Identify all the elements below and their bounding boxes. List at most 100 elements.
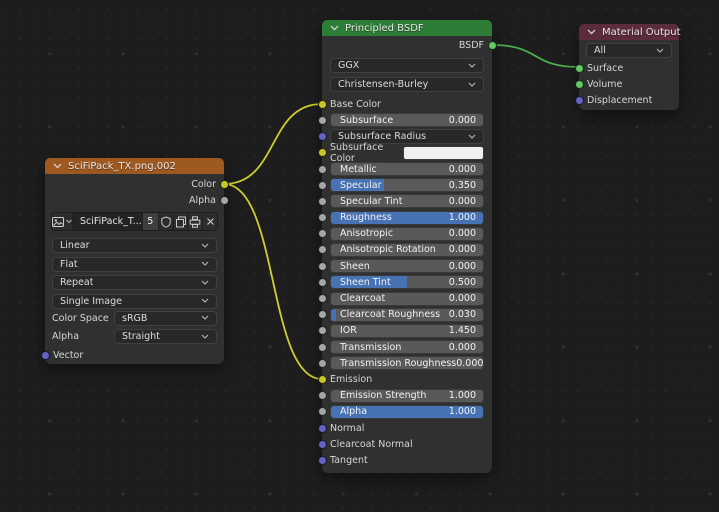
node-principled-bsdf[interactable]: Principled BSDF BSDF GGX Christensen-Burl…: [322, 20, 492, 473]
node-socket[interactable]: [318, 310, 327, 319]
node-socket[interactable]: [318, 165, 327, 174]
node-socket[interactable]: [318, 440, 327, 449]
slider-label: Roughness: [340, 212, 392, 223]
node-socket[interactable]: [488, 41, 497, 50]
prop-dropdown-0[interactable]: sRGB: [114, 311, 217, 326]
node-socket[interactable]: [318, 262, 327, 271]
node-socket[interactable]: [318, 424, 327, 433]
input-row-tangent: Tangent: [322, 452, 492, 468]
node-socket[interactable]: [318, 278, 327, 287]
image-icon: [52, 216, 64, 228]
dropdown-value: Repeat: [60, 277, 93, 288]
slider-sheen-tint[interactable]: Sheen Tint0.500: [330, 275, 484, 289]
slider-transmission[interactable]: Transmission0.000: [330, 340, 484, 354]
node-socket[interactable]: [318, 148, 327, 157]
prop-dropdown-1[interactable]: Straight: [114, 329, 217, 344]
slider-alpha[interactable]: Alpha1.000: [330, 405, 484, 419]
output-row-alpha: Alpha: [45, 192, 224, 208]
slider-value: 0.000: [449, 293, 476, 304]
output-target-dropdown[interactable]: All: [586, 43, 672, 58]
collapse-chevron-icon[interactable]: [330, 25, 339, 31]
node-socket[interactable]: [318, 245, 327, 254]
wire-color-to-base-color: [224, 104, 322, 184]
slider-anisotropic-rotation[interactable]: Anisotropic Rotation0.000: [330, 243, 484, 257]
chevron-down-icon: [656, 48, 664, 54]
fake-user-shield-button[interactable]: [159, 213, 174, 230]
node-socket[interactable]: [318, 100, 327, 109]
chevron-down-icon: [201, 280, 209, 286]
slider-subsurface[interactable]: Subsurface0.000: [330, 113, 484, 127]
slider-ior[interactable]: IOR1.450: [330, 324, 484, 338]
dropdown-value: GGX: [338, 60, 359, 71]
bsdf-dropdown-1[interactable]: Christensen-Burley: [330, 77, 484, 92]
dropdown-value: Subsurface Radius: [338, 131, 426, 142]
prop-row-1: AlphaStraight: [45, 327, 224, 346]
slider-label: Clearcoat Roughness: [340, 309, 440, 320]
prop-label: Color Space: [52, 313, 114, 324]
slider-transmission-roughness[interactable]: Transmission Roughness0.000: [330, 356, 484, 370]
texture-dropdown-2[interactable]: Repeat: [52, 275, 217, 290]
wire-color-to-emission: [224, 184, 322, 379]
node-socket[interactable]: [318, 407, 327, 416]
node-header-material-output[interactable]: Material Output: [579, 24, 679, 40]
node-socket[interactable]: [41, 351, 50, 360]
node-socket[interactable]: [318, 197, 327, 206]
node-editor-canvas[interactable]: SciFiPack_TX.png.002 ColorAlpha SciFiPac…: [0, 0, 719, 512]
slider-roughness[interactable]: Roughness1.000: [330, 211, 484, 225]
node-socket[interactable]: [575, 80, 584, 89]
node-material-output[interactable]: Material Output All SurfaceVolumeDisplac…: [579, 24, 679, 110]
texture-dropdown-1[interactable]: Flat: [52, 257, 217, 272]
node-socket[interactable]: [318, 326, 327, 335]
node-socket[interactable]: [318, 213, 327, 222]
users-count-button[interactable]: 5: [143, 213, 159, 230]
chevron-down-icon: [66, 219, 72, 224]
node-socket[interactable]: [318, 456, 327, 465]
slider-specular-tint[interactable]: Specular Tint0.000: [330, 194, 484, 208]
node-socket[interactable]: [220, 196, 229, 205]
slider-emission-strength[interactable]: Emission Strength1.000: [330, 389, 484, 403]
slider-metallic[interactable]: Metallic0.000: [330, 162, 484, 176]
slider-anisotropic[interactable]: Anisotropic0.000: [330, 227, 484, 241]
bsdf-dropdown-0[interactable]: GGX: [330, 58, 484, 73]
node-socket[interactable]: [318, 391, 327, 400]
pack-image-button[interactable]: [188, 213, 203, 230]
chevron-down-icon: [201, 315, 209, 321]
node-header-principled-bsdf[interactable]: Principled BSDF: [322, 20, 492, 36]
pack-icon: [189, 216, 201, 228]
new-image-button[interactable]: [174, 213, 189, 230]
input-row-ior: IOR1.450: [322, 323, 492, 339]
image-datablock-row: SciFiPack_T... 5: [51, 212, 218, 231]
node-socket[interactable]: [575, 64, 584, 73]
node-socket[interactable]: [318, 294, 327, 303]
shield-icon: [160, 216, 172, 228]
output-row-bsdf: BSDF: [322, 37, 492, 53]
node-socket[interactable]: [318, 229, 327, 238]
node-header-image-texture[interactable]: SciFiPack_TX.png.002: [45, 158, 224, 174]
node-socket[interactable]: [318, 375, 327, 384]
color-swatch-subsurface-color[interactable]: [403, 146, 484, 160]
slider-label: Clearcoat: [340, 293, 385, 304]
node-socket[interactable]: [220, 180, 229, 189]
node-image-texture[interactable]: SciFiPack_TX.png.002 ColorAlpha SciFiPac…: [45, 158, 224, 364]
wire-bsdf-to-surface: [492, 45, 579, 67]
image-browse-button[interactable]: [52, 213, 73, 230]
node-socket[interactable]: [318, 343, 327, 352]
collapse-chevron-icon[interactable]: [587, 29, 596, 35]
slider-value: 0.030: [449, 309, 476, 320]
image-name-field[interactable]: SciFiPack_T...: [73, 213, 143, 230]
unlink-image-button[interactable]: [203, 213, 217, 230]
node-socket[interactable]: [318, 116, 327, 125]
slider-specular[interactable]: Specular0.350: [330, 178, 484, 192]
node-socket[interactable]: [318, 132, 327, 141]
slider-label: Sheen: [340, 261, 370, 272]
node-socket[interactable]: [318, 181, 327, 190]
slider-sheen[interactable]: Sheen0.000: [330, 259, 484, 273]
texture-dropdown-0[interactable]: Linear: [52, 238, 217, 253]
collapse-chevron-icon[interactable]: [53, 163, 62, 169]
slider-clearcoat[interactable]: Clearcoat 0.000: [330, 292, 484, 306]
node-title: Material Output: [602, 27, 681, 38]
node-socket[interactable]: [575, 96, 584, 105]
texture-dropdown-3[interactable]: Single Image: [52, 294, 217, 309]
slider-clearcoat-roughness[interactable]: Clearcoat Roughness 0.030: [330, 308, 484, 322]
node-socket[interactable]: [318, 359, 327, 368]
